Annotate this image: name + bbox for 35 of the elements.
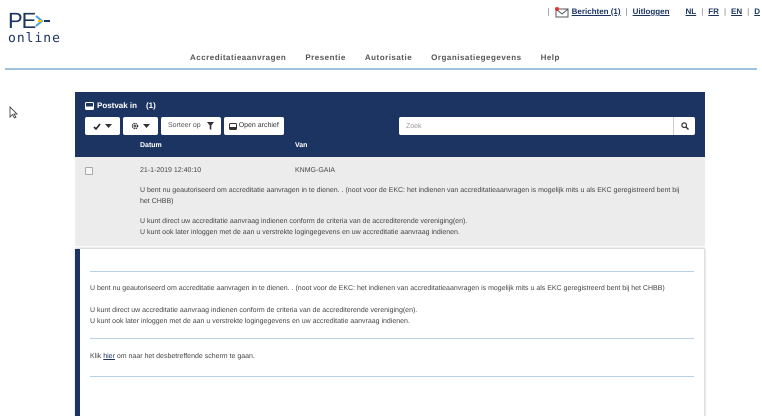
cursor-icon	[9, 106, 18, 119]
check-icon	[93, 122, 101, 130]
nav-link[interactable]: Organisatiegegevens	[431, 52, 522, 64]
nav-link[interactable]: Accreditatieaanvragen	[190, 52, 286, 64]
header-link[interactable]: Uitloggen	[632, 6, 670, 18]
header-link[interactable]: D	[754, 6, 760, 18]
settings-icon	[131, 122, 139, 130]
checkbox[interactable]	[85, 166, 93, 174]
search-icon	[680, 122, 688, 130]
caret-icon	[143, 124, 150, 128]
separator-text: |	[747, 6, 750, 18]
caret-icon	[105, 124, 112, 128]
inbox-title: Postvak in	[97, 100, 138, 112]
separator-text: |	[724, 6, 726, 18]
envelope-icon	[554, 6, 569, 18]
search-button[interactable]	[673, 117, 695, 135]
separator-text: |	[701, 6, 704, 18]
message-row[interactable]	[75, 156, 705, 246]
filter-icon	[206, 122, 214, 130]
messages-link[interactable]: Berichten (1)	[572, 6, 621, 18]
separator-text: |	[626, 6, 628, 18]
nav-link[interactable]: Autorisatie	[364, 52, 412, 64]
select-dropdown-button[interactable]	[85, 117, 120, 135]
header-link[interactable]: EN	[731, 6, 742, 18]
inbox-icon	[228, 122, 237, 130]
header-link[interactable]: FR	[708, 6, 719, 18]
header-link[interactable]: NL	[686, 6, 696, 18]
settings-dropdown-button[interactable]	[123, 117, 158, 135]
inbox-icon	[85, 102, 94, 110]
logo-text: PE	[8, 10, 36, 32]
nav-link[interactable]: Help	[540, 52, 560, 64]
nav-link[interactable]: Presentie	[305, 52, 346, 64]
separator-text: |	[548, 6, 550, 18]
logo-subtext: online	[8, 32, 62, 45]
inbox-count: (1)	[146, 100, 156, 112]
